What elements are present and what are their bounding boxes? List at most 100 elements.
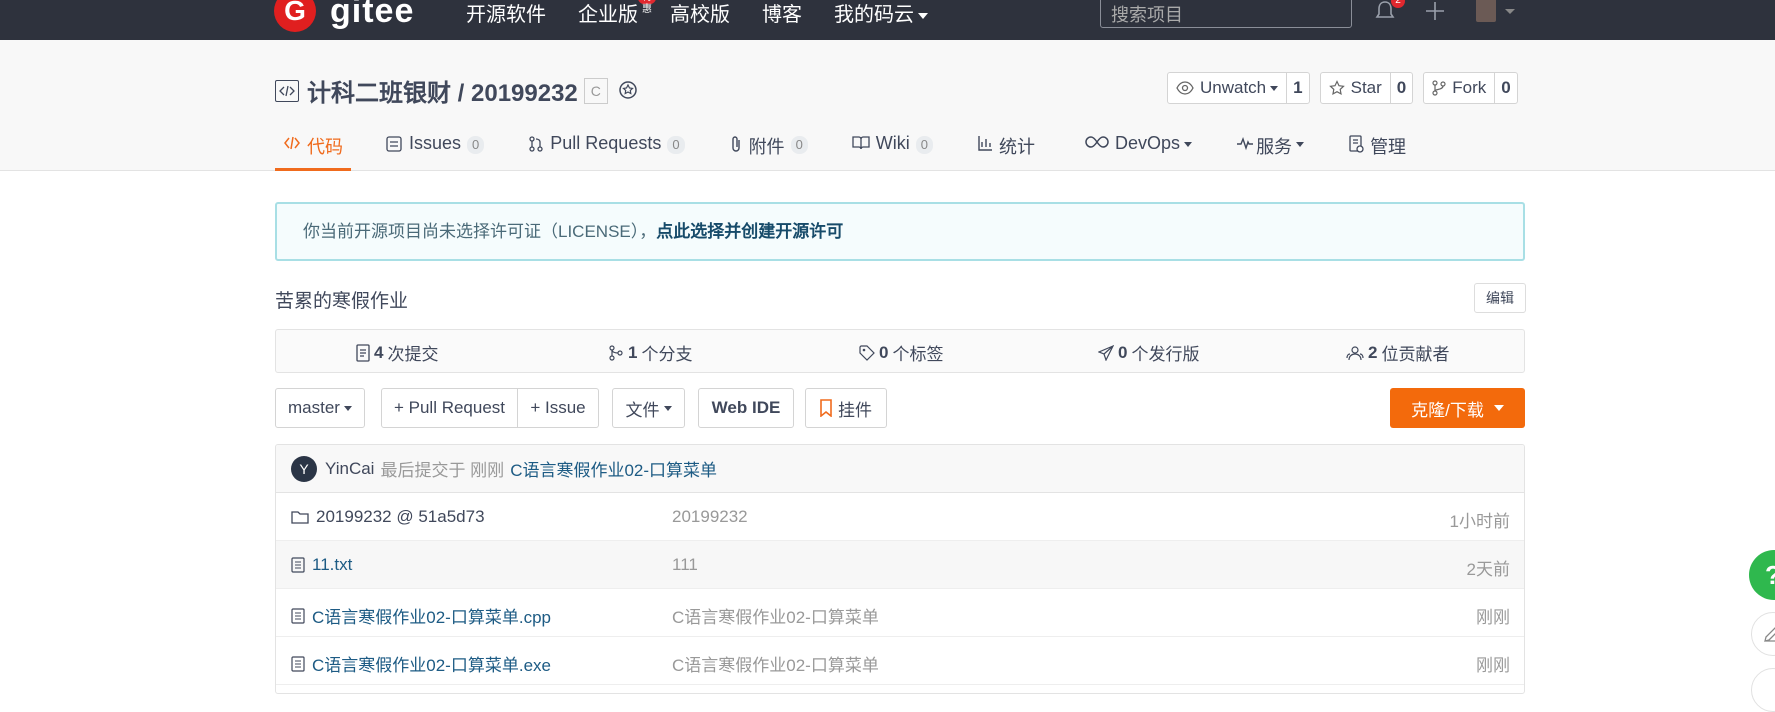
create-license-link[interactable]: 点此选择并创建开源许可 (656, 222, 843, 241)
repo-code-icon (275, 79, 299, 102)
watch-count[interactable]: 1 (1286, 73, 1308, 103)
bookmark-icon (820, 399, 832, 417)
nav-my-gitee[interactable]: 我的码云 (834, 0, 928, 30)
issues-icon (385, 135, 403, 153)
branch-select[interactable]: master (275, 388, 365, 428)
file-commit-message[interactable]: C语言寒假作业02-口算菜单 (672, 651, 879, 676)
attachments-count: 0 (790, 136, 808, 154)
file-row[interactable]: C语言寒假作业02-口算菜单.cpp C语言寒假作业02-口算菜单 刚刚 (276, 589, 1524, 637)
pull-request-icon (528, 135, 544, 153)
branches-stat[interactable]: 1 个分支 (608, 340, 692, 365)
branch-icon (609, 344, 623, 361)
commits-stat[interactable]: 4 次提交 (356, 340, 438, 365)
side-tool-button[interactable] (1751, 668, 1775, 712)
edit-icon (1764, 627, 1775, 642)
chevron-down-icon (663, 405, 672, 411)
tab-services[interactable]: 服务 (1236, 128, 1305, 171)
fork-icon (1432, 80, 1446, 96)
gitee-logo[interactable]: G gitee (274, 0, 414, 32)
star-icon (1328, 80, 1345, 96)
file-icon (291, 557, 305, 573)
issues-count: 0 (467, 136, 485, 154)
tab-devops[interactable]: DevOps (1085, 128, 1193, 171)
web-ide-button[interactable]: Web IDE (698, 388, 794, 428)
file-time: 1小时前 (1449, 512, 1510, 531)
tag-icon (859, 344, 875, 361)
nav-education[interactable]: 高校版 (670, 0, 730, 30)
project-description: 苦累的寒假作业 (275, 291, 409, 312)
chevron-down-icon (918, 13, 928, 19)
feedback-edit-button[interactable] (1751, 612, 1775, 656)
new-issue-button[interactable]: + Issue (517, 388, 599, 428)
tab-wiki[interactable]: Wiki 0 (852, 128, 934, 171)
commit-meta: 最后提交于 刚刚 (380, 461, 505, 480)
project-title-row: 计科二班银财 / 20199232 C (275, 73, 640, 108)
new-pull-request-button[interactable]: + Pull Request (381, 388, 518, 428)
unwatch-button[interactable]: Unwatch 1 (1167, 72, 1310, 104)
award-icon[interactable] (616, 79, 640, 103)
author-avatar[interactable]: Y (291, 455, 317, 482)
file-commit-message[interactable]: 20199232 (672, 507, 748, 527)
code-icon (283, 135, 301, 151)
license-notice-text: 你当前开源项目尚未选择许可证（LICENSE）， (303, 222, 657, 241)
widget-button[interactable]: 挂件 (805, 388, 887, 428)
tags-stat[interactable]: 0 个标签 (859, 340, 943, 365)
chevron-down-icon (343, 405, 352, 411)
nav-blog[interactable]: 博客 (762, 0, 802, 30)
star-count[interactable]: 0 (1389, 73, 1412, 103)
project-title[interactable]: 计科二班银财 / 20199232 (307, 73, 578, 108)
file-list: Y YinCai 最后提交于 刚刚 C语言寒假作业02-口算菜单 2019923… (275, 444, 1525, 694)
file-name[interactable]: 20199232 @ 51a5d73 (291, 507, 485, 527)
project-header: 计科二班银财 / 20199232 C Unwatch 1 Star 0 For… (0, 40, 1775, 171)
tab-pull-requests[interactable]: Pull Requests 0 (528, 128, 685, 171)
tab-manage[interactable]: 管理 (1348, 128, 1406, 171)
fork-button[interactable]: Fork 0 (1423, 72, 1518, 104)
file-commit-message[interactable]: 111 (672, 555, 698, 575)
folder-icon (291, 511, 309, 524)
file-name[interactable]: 11.txt (291, 555, 352, 575)
pull-requests-count: 0 (667, 136, 685, 154)
commit-author[interactable]: YinCai (325, 459, 374, 479)
user-avatar[interactable] (1476, 0, 1496, 22)
file-row[interactable]: C语言寒假作业02-口算菜单.exe C语言寒假作业02-口算菜单 刚刚 (276, 637, 1524, 685)
file-name[interactable]: C语言寒假作业02-口算菜单.exe (291, 651, 551, 676)
logo-text: gitee (330, 0, 415, 30)
logo-mark: G (274, 0, 316, 32)
file-menu-button[interactable]: 文件 (612, 388, 685, 428)
project-actions: Unwatch 1 Star 0 Fork 0 (1167, 72, 1518, 104)
file-commit-message[interactable]: C语言寒假作业02-口算菜单 (672, 603, 879, 628)
clone-download-button[interactable]: 克隆/下载 (1390, 388, 1525, 428)
contributors-icon (1346, 345, 1364, 360)
plus-icon[interactable] (1424, 0, 1446, 22)
wiki-count: 0 (915, 136, 934, 154)
tab-attachments[interactable]: 附件 0 (729, 128, 808, 171)
project-tabs: 代码 Issues 0 Pull Requests 0 附件 0 Wiki 0 统计 D… (275, 128, 1406, 171)
file-row[interactable]: 11.txt 111 2天前 (276, 541, 1524, 589)
chevron-down-icon (1493, 405, 1504, 411)
help-button[interactable]: ? (1749, 550, 1775, 600)
search-input[interactable]: 搜索项目 (1100, 0, 1352, 28)
pulse-icon (1236, 135, 1254, 151)
promo-badge: 特惠 (638, 0, 656, 15)
commit-message[interactable]: C语言寒假作业02-口算菜单 (510, 456, 717, 481)
repo-toolbar: master + Pull Request + Issue 文件 Web IDE… (275, 388, 1525, 430)
main-nav: 开源软件 企业版 特惠 高校版 博客 我的码云 (466, 0, 960, 30)
file-row[interactable]: 20199232 @ 51a5d73 20199232 1小时前 (276, 493, 1524, 541)
tab-statistics[interactable]: 统计 (977, 128, 1035, 171)
tab-issues[interactable]: Issues 0 (385, 128, 485, 171)
chevron-down-icon[interactable] (1505, 9, 1515, 14)
contributors-stat[interactable]: 2 位贡献者 (1346, 340, 1449, 365)
releases-stat[interactable]: 0 个发行版 (1098, 340, 1199, 365)
notification-badge: 2 (1391, 0, 1405, 8)
tab-code[interactable]: 代码 (275, 128, 351, 171)
fork-count[interactable]: 0 (1494, 73, 1516, 103)
edit-description-button[interactable]: 编辑 (1474, 283, 1526, 313)
license-notice: 你当前开源项目尚未选择许可证（LICENSE），点此选择并创建开源许可 (275, 202, 1525, 261)
file-icon (291, 607, 305, 624)
file-name[interactable]: C语言寒假作业02-口算菜单.cpp (291, 603, 551, 628)
nav-enterprise[interactable]: 企业版 特惠 (578, 0, 656, 30)
file-time: 2天前 (1466, 560, 1510, 579)
nav-open-source[interactable]: 开源软件 (466, 0, 546, 30)
star-button[interactable]: Star 0 (1319, 72, 1414, 104)
send-icon (1098, 344, 1114, 361)
